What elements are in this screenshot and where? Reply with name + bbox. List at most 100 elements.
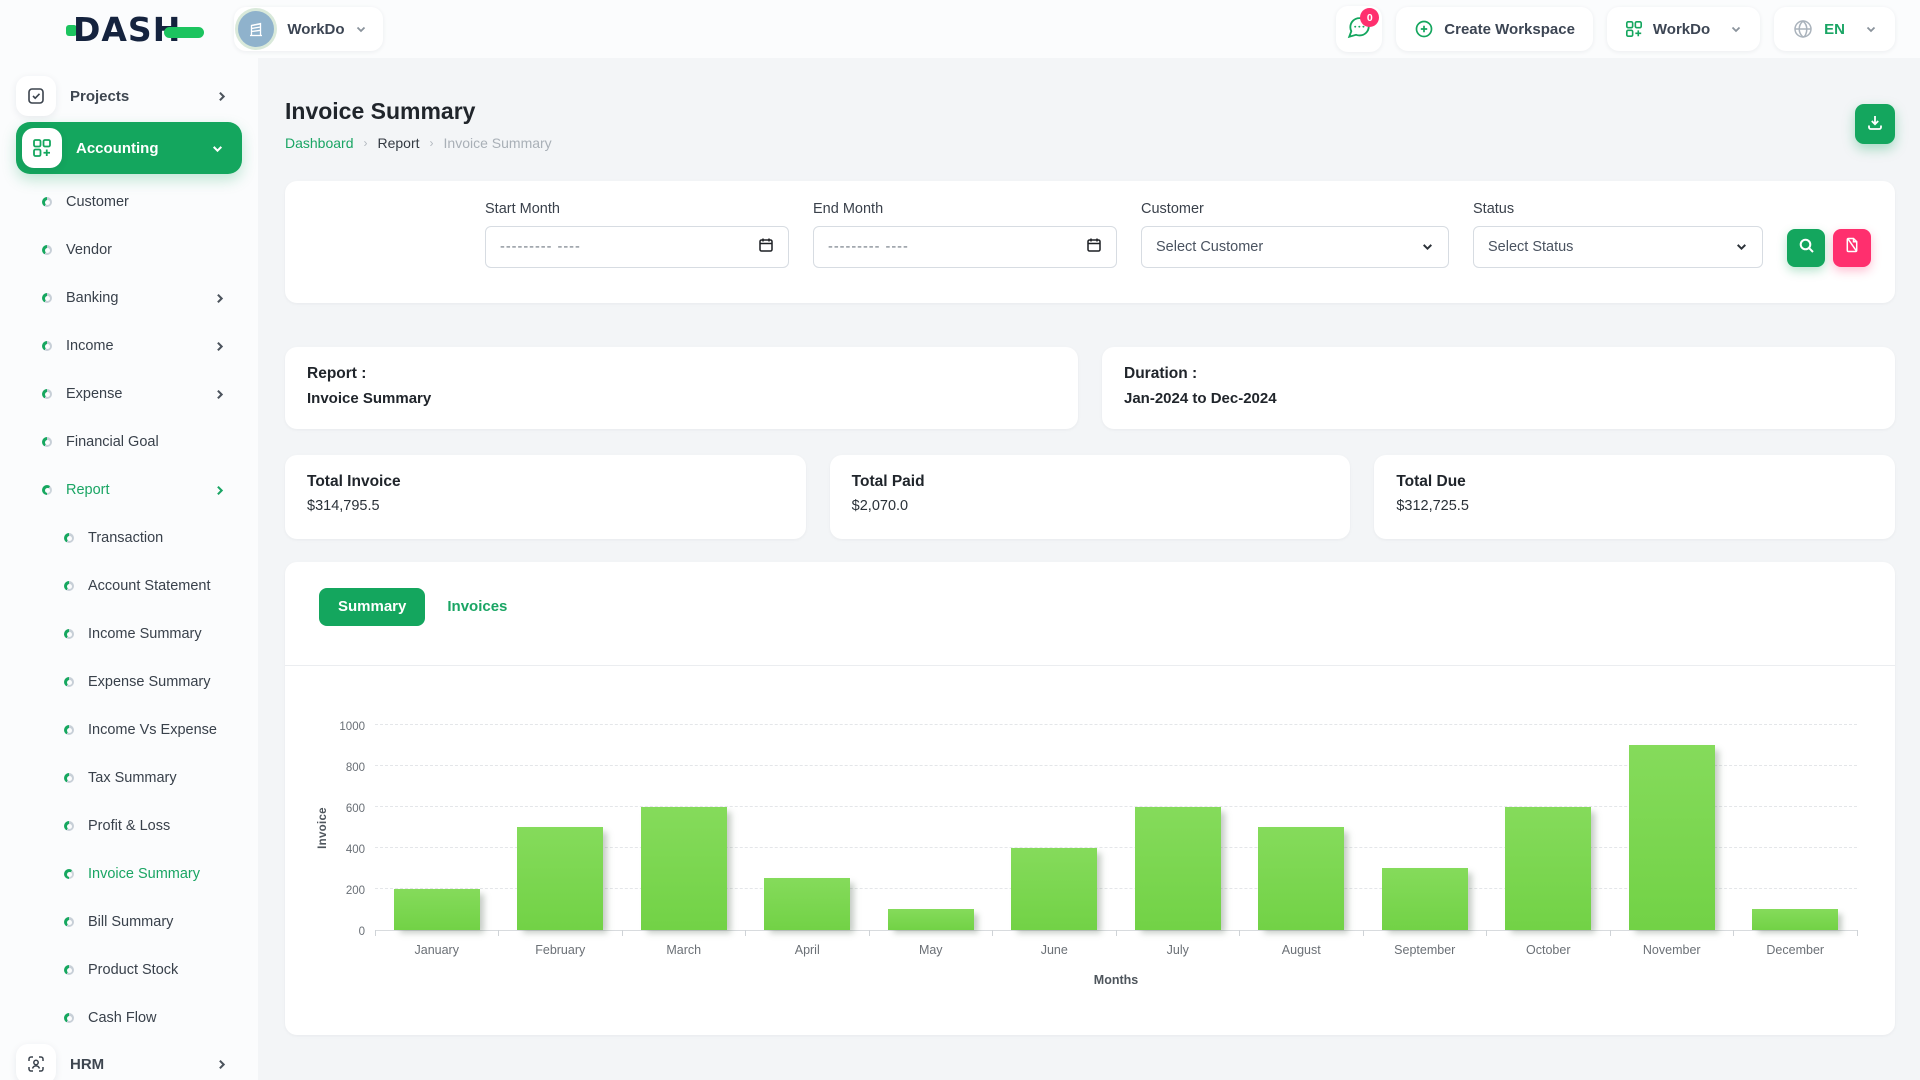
sidebar-item-transaction[interactable]: Transaction <box>0 514 258 562</box>
bar-january[interactable] <box>394 889 480 930</box>
bar-june[interactable] <box>1011 848 1097 930</box>
sidebar-item-projects[interactable]: Projects <box>16 74 242 118</box>
chevron-right-icon <box>215 1058 228 1071</box>
sidebar: ProjectsAccountingCustomerVendorBankingI… <box>0 58 258 1080</box>
sidebar-item-account-statement[interactable]: Account Statement <box>0 562 258 610</box>
bullet-icon <box>64 773 74 783</box>
sidebar-item-bill-summary[interactable]: Bill Summary <box>0 898 258 946</box>
breadcrumb-report[interactable]: Report <box>378 135 420 151</box>
y-tick-label: 400 <box>346 844 365 856</box>
sidebar-item-label: Financial Goal <box>66 434 159 450</box>
tab-invoices[interactable]: Invoices <box>447 598 507 615</box>
messages-badge: 0 <box>1360 8 1379 27</box>
duration-info-card: Duration : Jan-2024 to Dec-2024 <box>1102 347 1895 429</box>
bar-slot <box>622 726 746 930</box>
bar-september[interactable] <box>1382 868 1468 930</box>
sidebar-item-hrm[interactable]: HRM <box>16 1042 242 1080</box>
bar-april[interactable] <box>764 878 850 929</box>
customer-select[interactable]: Select Customer <box>1141 226 1449 268</box>
sidebar-item-accounting[interactable]: Accounting <box>16 122 242 174</box>
bar-december[interactable] <box>1752 909 1838 930</box>
messages-button[interactable]: 0 <box>1336 6 1382 52</box>
checkbox-icon <box>16 76 56 116</box>
create-workspace-label: Create Workspace <box>1444 21 1575 38</box>
sidebar-item-income[interactable]: Income <box>0 322 258 370</box>
sidebar-item-income-summary[interactable]: Income Summary <box>0 610 258 658</box>
workspace-name: WorkDo <box>287 21 344 38</box>
x-tick-label: October <box>1487 943 1611 957</box>
chevron-down-icon <box>355 23 367 35</box>
status-select[interactable]: Select Status <box>1473 226 1763 268</box>
x-axis-title: Months <box>375 973 1857 987</box>
end-month-label: End Month <box>813 201 1117 217</box>
chart-tabs: Summary Invoices <box>285 562 1895 626</box>
sidebar-item-invoice-summary[interactable]: Invoice Summary <box>0 850 258 898</box>
tab-summary[interactable]: Summary <box>319 588 425 626</box>
sidebar-item-label: Customer <box>66 194 129 210</box>
sidebar-item-tax-summary[interactable]: Tax Summary <box>0 754 258 802</box>
workspace-switcher[interactable]: WorkDo <box>234 7 382 51</box>
bar-october[interactable] <box>1505 807 1591 930</box>
chevron-right-icon <box>213 484 226 497</box>
bar-slot <box>993 726 1117 930</box>
chevron-right-icon: › <box>430 136 434 150</box>
bullet-icon <box>42 245 52 255</box>
chevron-down-icon <box>1421 240 1434 253</box>
sidebar-item-profit-loss[interactable]: Profit & Loss <box>0 802 258 850</box>
chevron-down-icon <box>1865 23 1877 35</box>
sidebar-item-income-vs-expense[interactable]: Income Vs Expense <box>0 706 258 754</box>
bar-march[interactable] <box>641 807 727 930</box>
logo-bar <box>164 27 204 38</box>
hrm-icon <box>16 1044 56 1080</box>
bar-july[interactable] <box>1135 807 1221 930</box>
sidebar-item-label: Profit & Loss <box>88 818 170 834</box>
bar-slot <box>1240 726 1364 930</box>
sidebar-item-report[interactable]: Report <box>0 466 258 514</box>
dash-logo[interactable]: DASH <box>66 10 204 49</box>
company-menu-button[interactable]: WorkDo <box>1607 7 1760 51</box>
y-tick-label: 600 <box>346 803 365 815</box>
search-icon <box>1798 237 1815 259</box>
search-button[interactable] <box>1787 229 1825 267</box>
sidebar-item-financial-goal[interactable]: Financial Goal <box>0 418 258 466</box>
bar-slot <box>375 726 499 930</box>
download-button[interactable] <box>1855 104 1895 144</box>
bar-slot <box>746 726 870 930</box>
sidebar-item-product-stock[interactable]: Product Stock <box>0 946 258 994</box>
start-month-input[interactable]: --------- ---- <box>485 226 789 268</box>
chart-card: Summary Invoices Invoice 020040060080010… <box>285 562 1895 1035</box>
breadcrumb-dashboard[interactable]: Dashboard <box>285 135 354 151</box>
x-tick-label: August <box>1240 943 1364 957</box>
sidebar-item-label: Tax Summary <box>88 770 177 786</box>
x-tick-label: September <box>1363 943 1487 957</box>
plus-circle-icon <box>1414 19 1434 39</box>
sidebar-item-label: Expense <box>66 386 122 402</box>
end-month-input[interactable]: --------- ---- <box>813 226 1117 268</box>
report-label: Report : <box>307 365 1056 383</box>
sidebar-item-customer[interactable]: Customer <box>0 178 258 226</box>
reset-filter-button[interactable] <box>1833 229 1871 267</box>
bullet-icon <box>42 293 52 303</box>
filter-card: Start Month --------- ---- End Month ---… <box>285 181 1895 303</box>
report-value: Invoice Summary <box>307 390 1056 407</box>
sidebar-item-expense[interactable]: Expense <box>0 370 258 418</box>
sidebar-item-vendor[interactable]: Vendor <box>0 226 258 274</box>
create-workspace-button[interactable]: Create Workspace <box>1396 7 1593 51</box>
language-selector[interactable]: EN <box>1774 7 1895 51</box>
sidebar-item-label: Cash Flow <box>88 1010 157 1026</box>
bar-february[interactable] <box>517 827 603 930</box>
y-tick-label: 1000 <box>339 721 365 733</box>
chevron-right-icon <box>213 340 226 353</box>
bullet-icon <box>42 389 52 399</box>
bar-august[interactable] <box>1258 827 1344 930</box>
chevron-down-icon <box>211 142 224 155</box>
bar-slot <box>1116 726 1240 930</box>
bar-november[interactable] <box>1629 745 1715 930</box>
bar-may[interactable] <box>888 909 974 930</box>
sidebar-item-cash-flow[interactable]: Cash Flow <box>0 994 258 1042</box>
x-axis-labels: JanuaryFebruaryMarchAprilMayJuneJulyAugu… <box>375 943 1857 957</box>
sidebar-item-label: Expense Summary <box>88 674 211 690</box>
sidebar-item-expense-summary[interactable]: Expense Summary <box>0 658 258 706</box>
sidebar-item-banking[interactable]: Banking <box>0 274 258 322</box>
sidebar-item-label: Report <box>66 482 110 498</box>
